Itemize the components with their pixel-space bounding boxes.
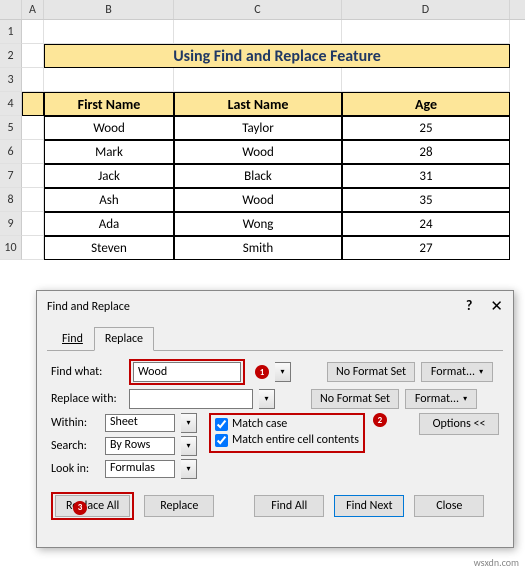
table-row: AshWood35 xyxy=(22,188,510,212)
find-what-dropdown[interactable]: ▾ xyxy=(275,362,291,382)
within-dropdown-icon[interactable]: ▾ xyxy=(181,413,197,433)
header-age[interactable]: Age xyxy=(342,92,510,116)
row-header-2[interactable]: 2 xyxy=(0,44,22,68)
row-header-7[interactable]: 7 xyxy=(0,164,22,188)
within-label: Within: xyxy=(51,416,99,430)
find-replace-dialog: Find and Replace ? ✕ Find Replace Find w… xyxy=(36,290,514,548)
column-headers: A B C D xyxy=(0,0,525,20)
search-label: Search: xyxy=(51,439,99,453)
sheet-cells: Using Find and Replace Feature First Nam… xyxy=(22,20,510,260)
title-row: Using Find and Replace Feature xyxy=(22,44,510,68)
row-header-3[interactable]: 3 xyxy=(0,68,22,92)
find-what-label: Find what: xyxy=(51,365,123,379)
dialog-title: Find and Replace xyxy=(47,300,130,314)
row-header-9[interactable]: 9 xyxy=(0,212,22,236)
dialog-titlebar[interactable]: Find and Replace ? ✕ xyxy=(37,291,513,322)
row-header-8[interactable]: 8 xyxy=(0,188,22,212)
row-header-6[interactable]: 6 xyxy=(0,140,22,164)
match-case-label: Match case xyxy=(232,417,287,431)
table-header-row: First Name Last Name Age xyxy=(22,92,510,116)
row-headers: 1 2 3 4 5 6 7 8 9 10 xyxy=(0,20,22,260)
match-entire-cell-label: Match entire cell contents xyxy=(232,433,359,447)
options-button[interactable]: Options << xyxy=(419,413,499,435)
col-header-d[interactable]: D xyxy=(342,0,510,19)
callout-2: 2 xyxy=(373,413,387,427)
row-header-1[interactable]: 1 xyxy=(0,20,22,44)
search-select[interactable]: By Rows xyxy=(105,437,175,455)
spreadsheet-grid: A B C D 1 2 3 4 5 6 7 8 9 10 Using Find … xyxy=(0,0,525,20)
watermark: wsxdn.com xyxy=(474,556,519,569)
replace-all-button[interactable]: Replace All xyxy=(55,495,130,517)
replace-button[interactable]: Replace xyxy=(144,495,214,517)
lookin-select[interactable]: Formulas xyxy=(105,460,175,478)
search-dropdown-icon[interactable]: ▾ xyxy=(181,436,197,456)
replace-with-label: Replace with: xyxy=(51,392,123,406)
replace-no-format: No Format Set xyxy=(311,389,399,409)
find-what-input[interactable] xyxy=(133,362,241,382)
help-button[interactable]: ? xyxy=(466,297,473,316)
table-row: StevenSmith27 xyxy=(22,236,510,260)
row-header-10[interactable]: 10 xyxy=(0,236,22,260)
callout-3: 3 xyxy=(73,501,87,515)
title-cell[interactable]: Using Find and Replace Feature xyxy=(44,44,510,68)
table-row: AdaWong24 xyxy=(22,212,510,236)
find-no-format: No Format Set xyxy=(327,362,415,382)
find-all-button[interactable]: Find All xyxy=(254,495,324,517)
find-next-button[interactable]: Find Next xyxy=(334,495,404,517)
replace-format-button[interactable]: Format... xyxy=(405,389,477,409)
table-row: MarkWood28 xyxy=(22,140,510,164)
dialog-tabs: Find Replace xyxy=(51,326,513,350)
replace-with-dropdown[interactable]: ▾ xyxy=(259,389,275,409)
match-case-checkbox[interactable] xyxy=(215,418,228,431)
within-select[interactable]: Sheet xyxy=(105,414,175,432)
col-header-c[interactable]: C xyxy=(174,0,342,19)
header-last-name[interactable]: Last Name xyxy=(174,92,342,116)
callout-1: 1 xyxy=(255,365,269,379)
table-row: WoodTaylor25 xyxy=(22,116,510,140)
close-icon[interactable]: ✕ xyxy=(490,297,503,316)
row-header-4[interactable]: 4 xyxy=(0,92,22,116)
match-entire-cell-checkbox[interactable] xyxy=(215,434,228,447)
close-button[interactable]: Close xyxy=(414,495,484,517)
select-all-corner[interactable] xyxy=(0,0,22,19)
row-header-5[interactable]: 5 xyxy=(0,116,22,140)
lookin-label: Look in: xyxy=(51,462,99,476)
col-header-a[interactable]: A xyxy=(22,0,44,19)
header-first-name[interactable]: First Name xyxy=(44,92,174,116)
tab-find[interactable]: Find xyxy=(51,327,94,351)
lookin-dropdown-icon[interactable]: ▾ xyxy=(181,459,197,479)
find-format-button[interactable]: Format... xyxy=(421,362,493,382)
tab-replace[interactable]: Replace xyxy=(94,327,154,351)
replace-with-input[interactable] xyxy=(129,389,253,409)
col-header-b[interactable]: B xyxy=(44,0,174,19)
table-row: JackBlack31 xyxy=(22,164,510,188)
